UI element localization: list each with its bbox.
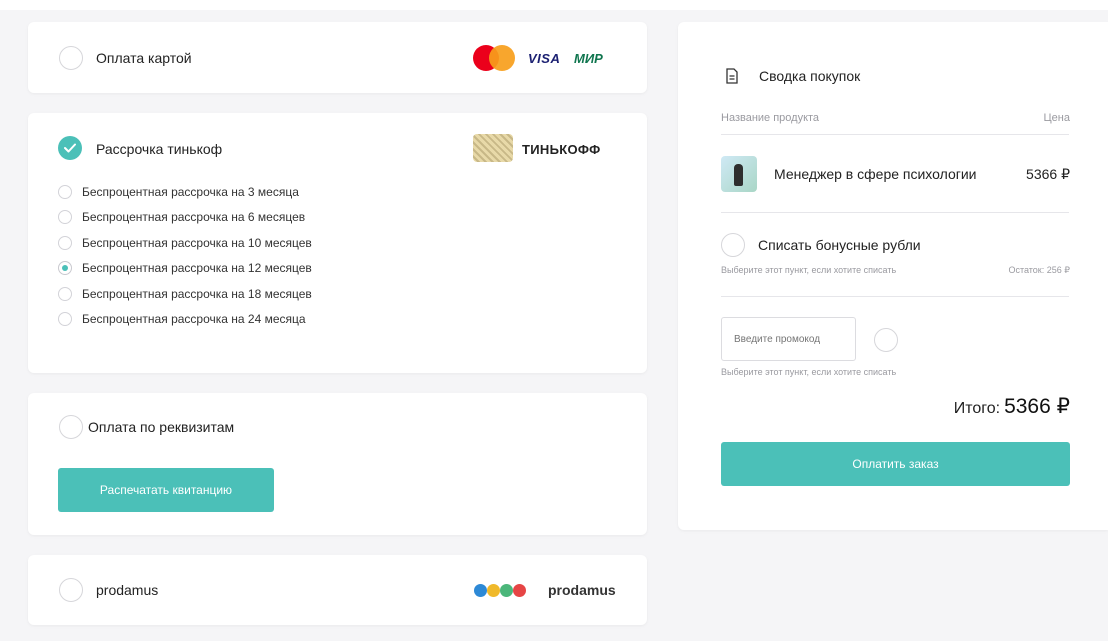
prodamus-title: prodamus [96, 582, 159, 598]
plan-label: Беспроцентная рассрочка на 10 месяцев [82, 236, 312, 250]
pay-order-button[interactable]: Оплатить заказ [721, 442, 1070, 486]
plan-label: Беспроцентная рассрочка на 6 месяцев [82, 210, 306, 224]
mastercard-logo [473, 44, 517, 72]
plan-radio[interactable] [58, 210, 72, 224]
checkout-page: Оплата картой VISA МИР Рассрочка тинькоф… [0, 0, 1108, 641]
header-product: Название продукта [721, 112, 820, 124]
payment-option-card[interactable]: Оплата картой VISA МИР [28, 22, 647, 93]
total-row: Итого: 5366 ₽ [954, 394, 1070, 419]
tinkoff-check[interactable] [58, 136, 82, 160]
card-radio[interactable] [59, 46, 83, 70]
promo-hint: Выберите этот пункт, если хотите списать [721, 367, 897, 377]
divider [721, 296, 1069, 297]
mir-logo: МИР [574, 51, 603, 66]
plan-label: Беспроцентная рассрочка на 18 месяцев [82, 287, 312, 301]
plan-radio[interactable] [58, 236, 72, 250]
document-icon [726, 68, 738, 84]
plan-label: Беспроцентная рассрочка на 12 месяцев [82, 261, 312, 275]
checkmark-icon [64, 143, 76, 153]
tinkoff-title: Рассрочка тинькоф [96, 141, 223, 157]
order-summary-panel: Сводка покупок Название продукта Цена Ме… [678, 22, 1108, 530]
green-dot [500, 584, 513, 597]
prodamus-radio[interactable] [59, 578, 83, 602]
total-label: Итого: [953, 400, 1001, 417]
tinkoff-logo: ТИНЬКОФФ [522, 142, 601, 157]
divider [721, 134, 1069, 135]
prodamus-dots-icon [474, 584, 544, 598]
payment-option-tinkoff[interactable]: Рассрочка тинькоф ТИНЬКОФФ Беспроцентная… [28, 113, 647, 373]
product-name: Менеджер в сфере психологии [774, 166, 977, 182]
requisites-radio[interactable] [59, 415, 83, 439]
bonus-balance: Остаток: 256 ₽ [1008, 265, 1070, 275]
blue-dot [474, 584, 487, 597]
card-title: Оплата картой [96, 50, 192, 66]
top-strip [0, 0, 1108, 10]
product-price: 5366 ₽ [1026, 166, 1070, 182]
bonus-radio[interactable] [721, 233, 745, 257]
visa-logo: VISA [528, 51, 561, 66]
promo-code-input[interactable] [721, 317, 856, 361]
yellow-dot [487, 584, 500, 597]
tinkoff-emblem-icon [473, 134, 513, 162]
product-thumbnail [721, 156, 757, 192]
plan-radio[interactable] [58, 312, 72, 326]
mastercard-yellow-circle [489, 45, 515, 71]
bonus-label: Списать бонусные рубли [758, 237, 921, 253]
prodamus-logo: prodamus [548, 582, 616, 598]
plan-label: Беспроцентная рассрочка на 3 месяца [82, 185, 299, 199]
plan-radio-selected[interactable] [58, 261, 72, 275]
bonus-hint: Выберите этот пункт, если хотите списать [721, 265, 897, 275]
product-person-figure [734, 164, 743, 186]
total-value: 5366 ₽ [1004, 395, 1070, 418]
plan-radio[interactable] [58, 287, 72, 301]
red-dot [513, 584, 526, 597]
requisites-title: Оплата по реквизитам [88, 419, 235, 435]
header-price: Цена [1043, 112, 1070, 124]
summary-title: Сводка покупок [759, 68, 861, 84]
payment-option-requisites[interactable]: Оплата по реквизитам Распечатать квитанц… [28, 393, 647, 535]
payment-option-prodamus[interactable]: prodamus prodamus [28, 555, 647, 625]
print-receipt-button[interactable]: Распечатать квитанцию [58, 468, 274, 512]
promo-radio[interactable] [874, 328, 898, 352]
divider [721, 212, 1069, 213]
plan-radio[interactable] [58, 185, 72, 199]
plan-label: Беспроцентная рассрочка на 24 месяца [82, 312, 306, 326]
